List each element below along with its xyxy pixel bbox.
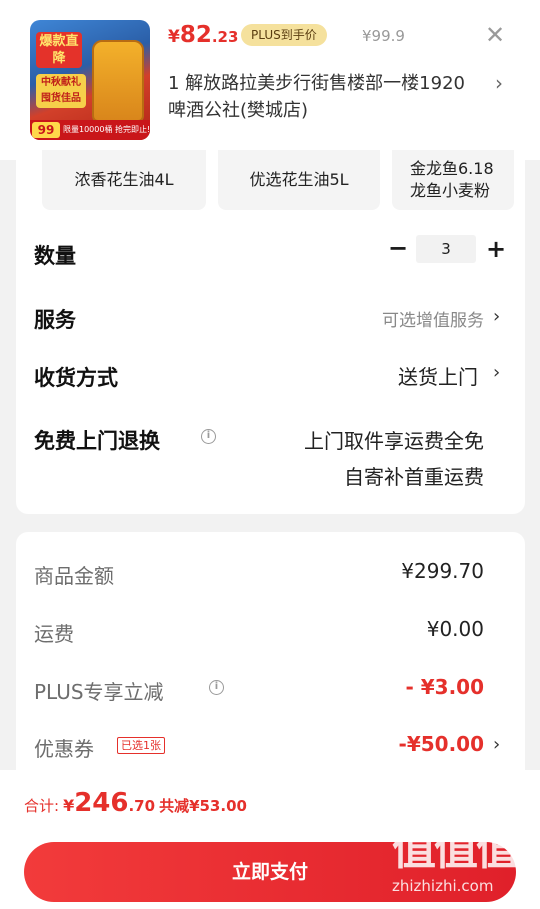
product-header: 爆款直降 中秋献礼 囤货佳品 99 限量10000桶 抢完即止! ¥ 82 .2… bbox=[0, 0, 540, 160]
thumb-badge-mid: 中秋献礼 囤货佳品 bbox=[36, 74, 86, 108]
checkout-bar: 合计: ¥ 246 .70 共减¥53.00 立即支付 bbox=[0, 770, 540, 909]
delivery-method-value[interactable]: 送货上门 bbox=[398, 361, 478, 390]
price-integer: 82 bbox=[179, 22, 212, 48]
total-integer: 246 bbox=[74, 788, 129, 818]
quantity-input[interactable]: 3 bbox=[416, 235, 476, 263]
free-return-line2: 自寄补首重运费 bbox=[344, 465, 484, 489]
coupon-value[interactable]: -¥50.00 bbox=[399, 732, 484, 756]
close-icon[interactable]: ✕ bbox=[484, 22, 506, 48]
free-return-label: 免费上门退换 bbox=[34, 429, 160, 453]
total-saved: 共减¥53.00 bbox=[159, 797, 247, 815]
total-label: 合计: bbox=[24, 797, 60, 815]
plus-price-badge: PLUS到手价 bbox=[241, 24, 327, 46]
order-total: 合计: ¥ 246 .70 共减¥53.00 bbox=[24, 788, 247, 818]
original-price: ¥99.9 bbox=[362, 27, 405, 45]
pay-now-button[interactable]: 立即支付 bbox=[24, 842, 516, 902]
info-icon[interactable]: i bbox=[201, 429, 216, 444]
goods-amount-label: 商品金额 bbox=[34, 564, 114, 588]
service-label: 服务 bbox=[34, 308, 76, 332]
variant-option[interactable]: 金龙鱼6.18 龙鱼小麦粉 bbox=[392, 150, 514, 210]
goods-amount-value: ¥299.70 bbox=[401, 559, 484, 583]
oil-bottle-image bbox=[92, 40, 144, 122]
shipping-value: ¥0.00 bbox=[426, 617, 484, 641]
plus-discount-label: PLUS专享立减 bbox=[34, 680, 164, 704]
coupon-selected-tag: 已选1张 bbox=[117, 737, 165, 754]
coupon-label: 优惠券 bbox=[34, 737, 94, 761]
variant-list: 浓香花生油4L 优选花生油5L 金龙鱼6.18 龙鱼小麦粉 bbox=[42, 150, 514, 210]
shipping-label: 运费 bbox=[34, 622, 74, 646]
options-card: 浓香花生油4L 优选花生油5L 金龙鱼6.18 龙鱼小麦粉 bbox=[16, 150, 525, 514]
service-value[interactable]: 可选增值服务 bbox=[382, 306, 484, 331]
thumb-price-chip: 99 bbox=[32, 122, 60, 138]
variant-option[interactable]: 浓香花生油4L bbox=[42, 150, 206, 210]
chevron-right-icon[interactable]: › bbox=[493, 306, 500, 327]
total-decimal: .70 bbox=[128, 797, 156, 815]
store-address[interactable]: 1 解放路拉美步行街售楼部一楼1920啤酒公社(樊城店) bbox=[168, 70, 478, 124]
plus-discount-value: - ¥3.00 bbox=[405, 675, 484, 699]
price-decimal: .23 bbox=[211, 28, 239, 46]
total-currency: ¥ bbox=[63, 796, 75, 815]
quantity-decrease-button[interactable]: − bbox=[386, 236, 410, 262]
variant-option[interactable]: 优选花生油5L bbox=[218, 150, 380, 210]
chevron-right-icon[interactable]: › bbox=[495, 70, 503, 97]
free-return-line1: 上门取件享运费全免 bbox=[304, 429, 484, 453]
product-thumbnail[interactable]: 爆款直降 中秋献礼 囤货佳品 99 限量10000桶 抢完即止! bbox=[30, 20, 150, 140]
thumb-promo-text: 限量10000桶 抢完即止! bbox=[63, 125, 149, 134]
chevron-right-icon[interactable]: › bbox=[493, 362, 500, 383]
thumb-badge-top: 爆款直降 bbox=[36, 32, 82, 68]
delivery-method-label: 收货方式 bbox=[34, 366, 118, 390]
chevron-right-icon[interactable]: › bbox=[493, 734, 500, 755]
quantity-label: 数量 bbox=[34, 244, 76, 268]
price-currency: ¥ bbox=[168, 27, 180, 47]
quantity-increase-button[interactable]: + bbox=[484, 235, 508, 263]
product-price: ¥ 82 .23 bbox=[168, 22, 238, 48]
info-icon[interactable]: i bbox=[209, 680, 224, 695]
